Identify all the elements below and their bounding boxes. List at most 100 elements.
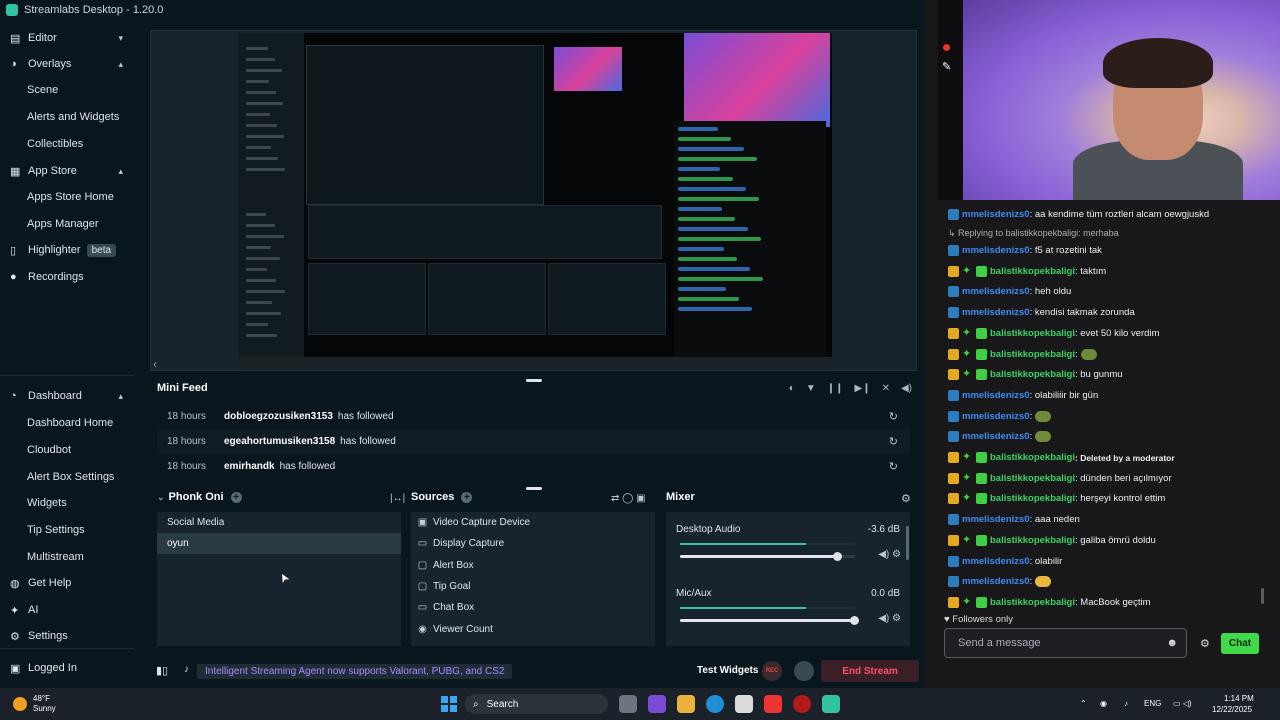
chat-username[interactable]: balistikkopekbaligi xyxy=(990,493,1075,504)
chat-input[interactable]: Send a message ☻ xyxy=(944,628,1187,658)
scene-item[interactable]: Social Media xyxy=(157,512,401,533)
record-button[interactable]: REC xyxy=(762,661,782,681)
sidebar-item-logged-in[interactable]: ▣ Logged In xyxy=(0,657,134,679)
sidebar-item-dashboard-home[interactable]: Dashboard Home xyxy=(0,412,134,434)
sidebar-item-app-store[interactable]: ▦ App Store ▴ xyxy=(0,160,134,182)
mixer-scrollbar[interactable] xyxy=(906,526,909,560)
chat-username[interactable]: mmelisdenizs0 xyxy=(962,411,1030,422)
sidebar-item-apps-manager[interactable]: Apps Manager xyxy=(0,213,134,235)
replay-alert-icon[interactable]: ↻ xyxy=(889,410,898,423)
source-item[interactable]: ▢ Tip Goal xyxy=(417,576,471,597)
chat-username[interactable]: balistikkopekbaligi xyxy=(990,328,1075,339)
filter-icon[interactable]: ▼ xyxy=(806,383,816,394)
collapse-scenes-icon[interactable]: ⌄ xyxy=(157,492,165,503)
scene-item[interactable]: oyun xyxy=(157,533,401,554)
chat-username[interactable]: balistikkopekbaligi xyxy=(990,349,1075,360)
chat-username[interactable]: mmelisdenizs0 xyxy=(962,307,1030,318)
sidebar-item-multistream[interactable]: Multistream xyxy=(0,546,134,568)
tray-volume-icon[interactable]: ▭ ◁) xyxy=(1173,699,1192,708)
chat-username[interactable]: mmelisdenizs0 xyxy=(962,514,1030,525)
chat-username[interactable]: mmelisdenizs0 xyxy=(962,390,1030,401)
mute-alerts-icon[interactable]: ✕ xyxy=(882,383,890,394)
notification-banner[interactable]: Intelligent Streaming Agent now supports… xyxy=(197,664,513,679)
chat-username[interactable]: mmelisdenizs0 xyxy=(962,576,1030,587)
source-item[interactable]: ▭ Chat Box xyxy=(417,597,474,618)
chat-username[interactable]: mmelisdenizs0 xyxy=(962,286,1030,297)
add-source-icon[interactable]: + xyxy=(461,491,473,503)
sun-icon[interactable] xyxy=(13,697,27,711)
source-item[interactable]: ▢ Alert Box xyxy=(417,555,474,576)
scene-transition-icon[interactable]: |↔| xyxy=(390,493,405,504)
file-explorer-icon[interactable] xyxy=(677,695,695,713)
youtube-icon[interactable] xyxy=(764,695,782,713)
chevron-down-icon[interactable]: ▾ xyxy=(118,33,123,44)
taskbar-search[interactable]: ⌕ Search xyxy=(465,694,608,714)
add-scene-icon[interactable]: + xyxy=(230,491,242,503)
skip-icon[interactable]: ▶❙ xyxy=(855,383,871,394)
chat-username[interactable]: mmelisdenizs0 xyxy=(962,245,1030,256)
tray-mic-icon[interactable]: ♪ xyxy=(1124,699,1128,708)
emote-picker-icon[interactable]: ☻ xyxy=(1166,637,1178,649)
stats-icon[interactable]: ▮▯ xyxy=(156,664,168,677)
sidebar-item-alert-box-settings[interactable]: Alert Box Settings xyxy=(0,466,134,488)
chat-send-button[interactable]: Chat xyxy=(1221,633,1259,654)
sidebar-item-widgets[interactable]: Widgets xyxy=(0,492,134,514)
chat-scrollbar[interactable] xyxy=(1261,588,1264,604)
sidebar-item-editor[interactable]: ▤ Editor ▾ xyxy=(0,27,134,49)
volume-slider-knob[interactable] xyxy=(832,552,842,561)
test-widgets-button[interactable]: Test Widgets xyxy=(697,665,758,676)
edit-icon[interactable]: ✎ xyxy=(942,60,951,73)
mixer-channel-controls-icon[interactable]: ◀) ⚙ xyxy=(878,549,901,560)
scene-collection-title[interactable]: Phonk Oni xyxy=(169,491,224,503)
replay-alert-icon[interactable]: ↻ xyxy=(889,435,898,448)
sidebar-item-cloudbot[interactable]: Cloudbot xyxy=(0,439,134,461)
resize-handle-2[interactable] xyxy=(526,487,542,490)
volume-slider-knob[interactable] xyxy=(850,616,859,625)
stream-preview[interactable]: ‹ xyxy=(150,30,917,371)
volume-icon[interactable]: ◀) xyxy=(901,383,912,394)
tray-network-icon[interactable]: ◉ xyxy=(1100,699,1107,708)
resize-handle[interactable] xyxy=(526,379,542,382)
sidebar-item-settings[interactable]: ⚙ Settings xyxy=(0,625,134,647)
sidebar-item-apps-store-home[interactable]: Apps Store Home xyxy=(0,186,134,208)
sidebar-item-ai[interactable]: ✦ AI xyxy=(0,599,134,621)
edge-browser-icon[interactable] xyxy=(706,695,724,713)
volume-slider[interactable] xyxy=(680,552,855,561)
sidebar-item-scene[interactable]: Scene xyxy=(0,79,134,101)
shield-icon[interactable]: ◐ xyxy=(789,383,795,394)
chat-username[interactable]: mmelisdenizs0 xyxy=(962,556,1030,567)
tray-chevron-icon[interactable]: ⌃ xyxy=(1080,699,1087,708)
sidebar-item-tip-settings[interactable]: Tip Settings xyxy=(0,519,134,541)
mixer-channel-controls-icon[interactable]: ◀) ⚙ xyxy=(878,613,901,624)
tray-lang[interactable]: ENG xyxy=(1144,699,1161,708)
sidebar-item-overlays[interactable]: ◑ Overlays ▴ xyxy=(0,53,134,75)
mixer-settings-gear-icon[interactable]: ⚙ xyxy=(901,492,911,505)
volume-slider[interactable] xyxy=(680,616,859,625)
chat-username[interactable]: balistikkopekbaligi xyxy=(990,266,1075,277)
chat-username[interactable]: balistikkopekbaligi xyxy=(990,597,1075,608)
chat-username[interactable]: balistikkopekbaligi xyxy=(990,452,1075,463)
sidebar-item-get-help[interactable]: ◍ Get Help xyxy=(0,572,134,594)
source-item[interactable]: ▣ Video Capture Device xyxy=(417,512,530,533)
chat-username[interactable]: mmelisdenizs0 xyxy=(962,209,1030,220)
sidebar-item-collectibles[interactable]: Collectibles xyxy=(0,133,134,155)
notification-bell-icon[interactable]: ♪ xyxy=(184,664,189,675)
pause-icon[interactable]: ❙❙ xyxy=(827,383,844,394)
sidebar-item-alerts-and-widgets[interactable]: Alerts and Widgets xyxy=(0,106,134,128)
store-icon[interactable] xyxy=(735,695,753,713)
chat-username[interactable]: balistikkopekbaligi xyxy=(990,369,1075,380)
chat-username[interactable]: mmelisdenizs0 xyxy=(962,431,1030,442)
app-icon-red[interactable] xyxy=(793,695,811,713)
streamlabs-taskbar-icon[interactable] xyxy=(822,695,840,713)
end-stream-button[interactable]: End Stream xyxy=(821,660,919,682)
chevron-up-icon[interactable]: ▴ xyxy=(118,59,123,70)
sidebar-item-dashboard[interactable]: ◔ Dashboard ▴ xyxy=(0,385,134,407)
app-icon-m365[interactable] xyxy=(648,695,666,713)
windows-start-icon[interactable] xyxy=(441,696,457,712)
sidebar-item-highlighter[interactable]: ▯ Highlighter beta xyxy=(0,239,134,261)
chat-settings-gear-icon[interactable]: ⚙ xyxy=(1200,637,1210,650)
source-item[interactable]: ◉ Viewer Count xyxy=(417,619,493,640)
source-item[interactable]: ▭ Display Capture xyxy=(417,533,504,554)
task-view-icon[interactable] xyxy=(619,695,637,713)
replay-buffer-button[interactable] xyxy=(794,661,814,681)
